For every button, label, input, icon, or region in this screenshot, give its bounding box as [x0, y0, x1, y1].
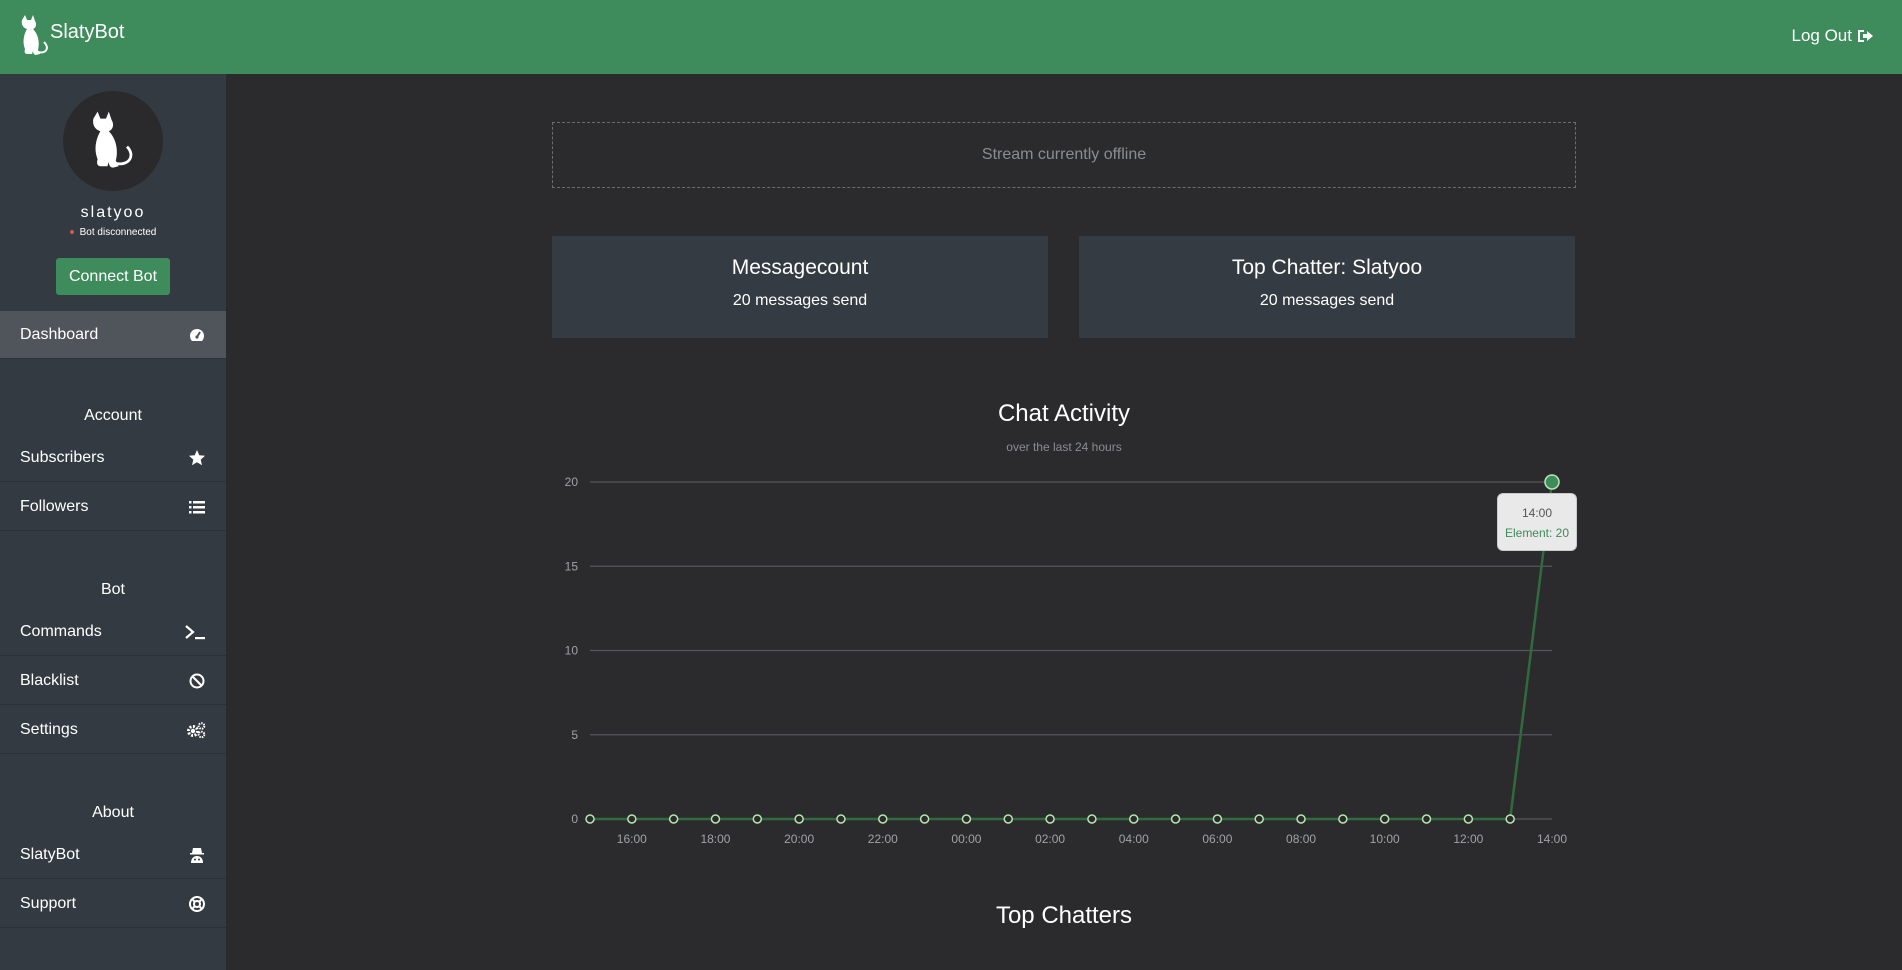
y-tick-label: 10 — [565, 644, 579, 658]
data-point — [1463, 814, 1474, 824]
y-tick-label: 20 — [565, 475, 579, 489]
data-point — [1003, 814, 1014, 824]
chart-subtitle: over the last 24 hours — [1006, 440, 1122, 454]
data-point — [1544, 474, 1560, 490]
data-point — [836, 814, 846, 824]
card-value: 20 messages send — [732, 292, 868, 309]
life-ring-icon — [189, 895, 205, 912]
x-tick-label: 06:00 — [1202, 832, 1232, 846]
sidebar-item-label: Commands — [20, 622, 102, 640]
sidebar-item-label: Subscribers — [20, 448, 105, 466]
top-chatter-card: Top Chatter: Slatyoo 20 messages send — [1079, 236, 1575, 338]
y-tick-label: 15 — [565, 559, 579, 573]
data-point — [919, 814, 930, 824]
x-tick-label: 08:00 — [1286, 832, 1316, 846]
stream-offline-banner: Stream currently offline — [552, 122, 1576, 188]
x-tick-label: 18:00 — [700, 832, 730, 846]
data-point — [627, 814, 637, 824]
x-tick-label: 04:00 — [1119, 832, 1149, 846]
sidebar-item-commands[interactable]: Commands — [0, 608, 226, 656]
messagecount-card: Messagecount 20 messages send — [552, 236, 1048, 338]
y-tick-label: 0 — [571, 812, 578, 826]
data-point — [668, 814, 679, 824]
sidebar-item-subscribers[interactable]: Subscribers — [0, 434, 226, 482]
sidebar: slatyoo Bot disconnected Connect Bot Das… — [0, 74, 226, 970]
ban-icon — [189, 673, 205, 688]
status-dot-icon — [69, 230, 74, 235]
bot-status-text: Bot disconnected — [79, 227, 157, 238]
chart-title: Chat Activity — [997, 400, 1131, 427]
x-tick-label: 02:00 — [1035, 832, 1065, 846]
data-point — [961, 814, 972, 824]
connect-bot-button[interactable]: Connect Bot — [56, 258, 170, 295]
section-bot: Bot — [100, 581, 125, 598]
top-chatters-title: Top Chatters — [995, 902, 1133, 929]
card-value: 20 messages send — [1259, 292, 1395, 309]
y-tick-label: 5 — [571, 728, 578, 742]
data-point — [1128, 814, 1139, 824]
sidebar-item-label: Settings — [20, 720, 78, 738]
x-tick-label: 22:00 — [868, 832, 898, 846]
terminal-icon — [185, 624, 205, 639]
tooltip-value: Element: 20 — [1504, 526, 1570, 540]
sidebar-item-blacklist[interactable]: Blacklist — [0, 657, 226, 705]
username: slatyoo — [80, 204, 146, 221]
list-icon — [189, 500, 205, 513]
x-tick-label: 00:00 — [951, 832, 981, 846]
x-tick-label: 12:00 — [1453, 832, 1483, 846]
logout-button[interactable]: Log Out — [1792, 26, 1875, 46]
sidebar-item-support[interactable]: Support — [0, 880, 226, 928]
data-point — [752, 814, 763, 824]
data-point — [585, 814, 595, 824]
sidebar-item-dashboard[interactable]: Dashboard — [0, 311, 226, 359]
data-point — [1170, 814, 1181, 824]
data-point — [1212, 814, 1223, 824]
gears-icon — [187, 721, 206, 738]
sidebar-item-label: Followers — [20, 497, 89, 515]
avatar — [63, 91, 163, 191]
user-secret-icon — [190, 847, 204, 863]
data-point — [794, 814, 804, 824]
section-account: Account — [84, 407, 142, 424]
sidebar-item-slatybot[interactable]: SlatyBot — [0, 831, 226, 879]
data-point — [1421, 814, 1432, 824]
card-title: Messagecount — [731, 256, 869, 279]
brand-name: SlatyBot — [50, 20, 125, 43]
data-point — [1505, 814, 1515, 824]
cat-avatar-icon — [93, 111, 133, 168]
star-icon — [189, 449, 205, 465]
sidebar-item-settings[interactable]: Settings — [0, 706, 226, 754]
section-about: About — [92, 804, 134, 821]
x-tick-label: 10:00 — [1370, 832, 1400, 846]
data-point — [1087, 814, 1097, 824]
data-point — [1379, 814, 1390, 824]
sidebar-item-label: SlatyBot — [20, 845, 80, 863]
card-title: Top Chatter: Slatyoo — [1231, 256, 1423, 279]
sidebar-item-label: Blacklist — [20, 671, 79, 689]
sidebar-item-label: Support — [20, 894, 77, 912]
data-point — [1045, 814, 1055, 824]
x-tick-label: 14:00 — [1537, 832, 1567, 846]
bot-status: Bot disconnected — [0, 227, 226, 238]
chat-activity-chart: 0 5 10 15 20 16:00 18:00 20:00 22:00 00:00 02:00 04… — [565, 474, 1567, 846]
tooltip-time: 14:00 — [1521, 506, 1553, 520]
sign-out-icon — [1858, 30, 1873, 42]
chart-tooltip: 14:00 Element: 20 — [1497, 493, 1577, 551]
data-point — [1338, 814, 1348, 824]
data-point — [710, 814, 721, 824]
data-point — [1296, 814, 1306, 824]
top-bar: SlatyBot Log Out — [0, 0, 1902, 74]
x-tick-label: 20:00 — [784, 832, 814, 846]
data-point — [878, 814, 888, 824]
data-point — [1254, 814, 1264, 824]
logout-label: Log Out — [1791, 26, 1853, 45]
brand[interactable]: SlatyBot — [16, 14, 124, 58]
x-tick-label: 16:00 — [617, 832, 647, 846]
sidebar-item-label: Dashboard — [20, 325, 99, 343]
sidebar-item-followers[interactable]: Followers — [0, 483, 226, 531]
tachometer-icon — [190, 328, 204, 341]
